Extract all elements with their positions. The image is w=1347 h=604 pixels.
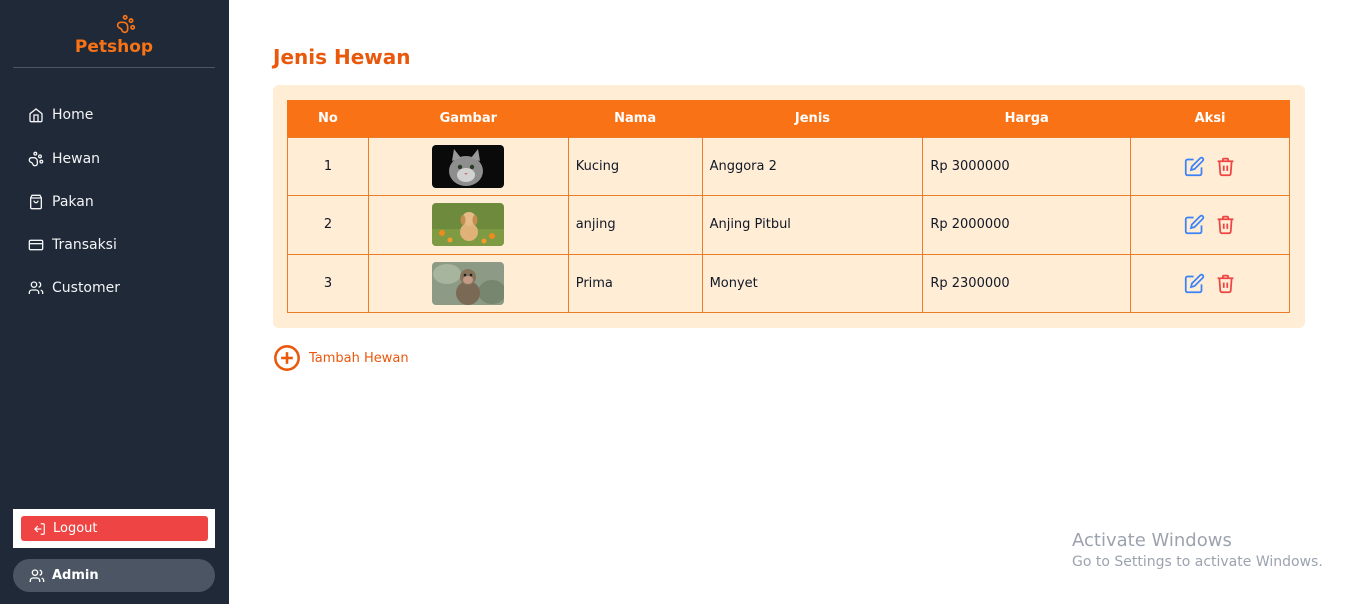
cell-jenis: Anjing Pitbul xyxy=(701,195,924,255)
page-title: Jenis Hewan xyxy=(273,45,411,69)
table-row: 3 Prima Monyet Rp 2300000 xyxy=(287,253,1290,313)
user-label: Admin xyxy=(52,568,99,583)
cell-no: 3 xyxy=(287,253,369,313)
column-header-jenis: Jenis xyxy=(701,100,924,137)
cell-no: 2 xyxy=(287,195,369,255)
credit-card-icon xyxy=(28,239,44,251)
edit-icon[interactable] xyxy=(1184,273,1205,294)
trash-icon[interactable] xyxy=(1215,156,1236,177)
table-card: No Gambar Nama Jenis Harga Aksi 1 Kucing… xyxy=(273,85,1305,328)
user-menu[interactable]: Admin xyxy=(13,559,215,592)
cell-image xyxy=(367,253,569,313)
cat-photo xyxy=(432,144,505,188)
windows-activation-watermark: Activate Windows Go to Settings to activ… xyxy=(1072,530,1323,570)
edit-icon[interactable] xyxy=(1184,156,1205,177)
table-row: 1 Kucing Anggora 2 Rp 3000000 xyxy=(287,136,1290,196)
paw-icon xyxy=(28,151,44,167)
animals-table: No Gambar Nama Jenis Harga Aksi 1 Kucing… xyxy=(287,100,1290,313)
column-header-gambar: Gambar xyxy=(367,100,569,137)
add-animal-label: Tambah Hewan xyxy=(309,350,409,366)
cell-aksi xyxy=(1130,195,1290,255)
users-icon xyxy=(29,568,45,582)
home-icon xyxy=(29,108,43,123)
column-header-nama: Nama xyxy=(567,100,703,137)
cell-aksi xyxy=(1130,253,1290,313)
sidebar-item-label: Customer xyxy=(52,280,121,296)
paw-icon xyxy=(116,14,136,34)
edit-icon[interactable] xyxy=(1184,214,1205,235)
puppy-photo xyxy=(432,203,505,247)
logout-button[interactable]: Logout xyxy=(21,516,208,541)
logout-container: Logout xyxy=(13,509,215,548)
sidebar-item-pakan[interactable]: Pakan xyxy=(28,189,94,215)
trash-icon[interactable] xyxy=(1215,214,1236,235)
sidebar-item-label: Transaksi xyxy=(52,237,117,253)
add-animal-button[interactable]: Tambah Hewan xyxy=(273,344,409,372)
sidebar-item-label: Hewan xyxy=(52,151,101,167)
cell-image xyxy=(367,195,569,255)
column-header-no: No xyxy=(287,100,369,137)
cell-nama: anjing xyxy=(567,195,703,255)
sidebar-item-transaksi[interactable]: Transaksi xyxy=(28,232,117,258)
sidebar: Petshop Home Hewan Pakan Transaksi Custo… xyxy=(0,0,229,604)
plus-circle-icon xyxy=(274,345,300,371)
column-header-aksi: Aksi xyxy=(1130,100,1290,137)
watermark-title: Activate Windows xyxy=(1072,530,1232,551)
cell-nama: Prima xyxy=(567,253,703,313)
logout-icon xyxy=(34,522,45,535)
monkey-photo xyxy=(432,261,505,305)
cell-jenis: Anggora 2 xyxy=(701,136,924,196)
column-header-harga: Harga xyxy=(922,100,1132,137)
table-row: 2 anjing Anjing Pitbul Rp 2000000 xyxy=(287,195,1290,255)
sidebar-item-label: Home xyxy=(52,107,94,123)
sidebar-item-customer[interactable]: Customer xyxy=(28,275,120,301)
table-header-row: No Gambar Nama Jenis Harga Aksi xyxy=(287,100,1290,137)
cell-aksi xyxy=(1130,136,1290,196)
cell-nama: Kucing xyxy=(567,136,703,196)
cell-image xyxy=(367,136,569,196)
cell-jenis: Monyet xyxy=(701,253,924,313)
shopping-bag-icon xyxy=(30,194,42,210)
cell-harga: Rp 2000000 xyxy=(922,195,1132,255)
watermark-subtitle: Go to Settings to activate Windows. xyxy=(1072,554,1323,570)
users-icon xyxy=(28,281,44,294)
trash-icon[interactable] xyxy=(1215,273,1236,294)
sidebar-item-home[interactable]: Home xyxy=(28,102,93,128)
logout-label: Logout xyxy=(53,521,98,536)
brand[interactable]: Petshop xyxy=(13,0,215,68)
cell-harga: Rp 3000000 xyxy=(922,136,1132,196)
cell-harga: Rp 2300000 xyxy=(922,253,1132,313)
brand-name: Petshop xyxy=(74,37,154,57)
cell-no: 1 xyxy=(287,136,369,196)
sidebar-item-hewan[interactable]: Hewan xyxy=(28,146,100,172)
sidebar-item-label: Pakan xyxy=(52,194,94,210)
